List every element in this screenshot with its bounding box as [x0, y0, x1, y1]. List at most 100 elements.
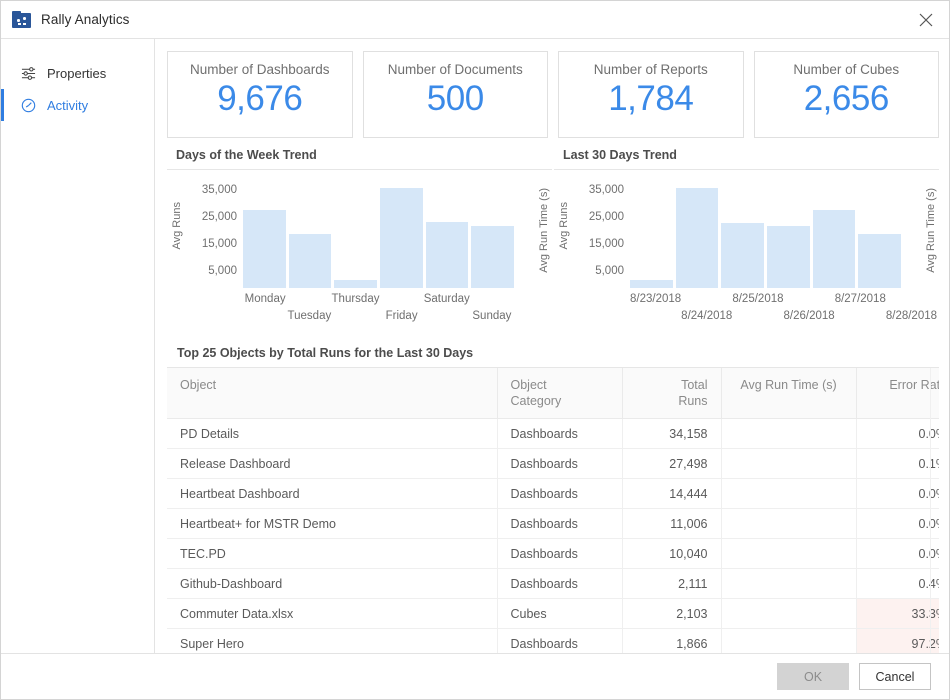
table-row[interactable]: Commuter Data.xlsxCubes2,10333.3%	[167, 599, 939, 629]
cell-error-rate: 0.0%	[856, 509, 939, 539]
y-tick: 25,000	[572, 211, 624, 223]
cell-object: Super Hero	[167, 629, 497, 654]
x-axis-tick-label: 8/24/2018	[681, 290, 732, 330]
ok-button[interactable]: OK	[777, 663, 849, 690]
window-title: Rally Analytics	[41, 12, 130, 27]
bar-group	[243, 180, 514, 288]
table-vertical-scrollbar[interactable]	[930, 368, 939, 653]
objects-table-wrapper: Object ObjectCategory TotalRuns Avg Run …	[167, 367, 939, 653]
y-tick: 5,000	[572, 265, 624, 277]
cell-object: Commuter Data.xlsx	[167, 599, 497, 629]
table-title: Top 25 Objects by Total Runs for the Las…	[167, 336, 939, 367]
cell-error-rate: 0.1%	[856, 449, 939, 479]
y-tick: 15,000	[185, 238, 237, 250]
kpi-card-reports: Number of Reports 1,784	[558, 51, 744, 138]
column-header-category[interactable]: ObjectCategory	[497, 368, 622, 419]
x-axis-tick-label: Tuesday	[287, 290, 331, 330]
cell-object: TEC.PD	[167, 539, 497, 569]
cancel-button[interactable]: Cancel	[859, 663, 931, 690]
cell-object-category: Cubes	[497, 599, 622, 629]
y-tick: 15,000	[572, 238, 624, 250]
cell-object-category: Dashboards	[497, 569, 622, 599]
x-axis-tick-label: 8/28/2018	[886, 290, 937, 330]
kpi-value: 500	[427, 79, 484, 119]
table-header-row: Object ObjectCategory TotalRuns Avg Run …	[167, 368, 939, 419]
cell-error-rate: 0.4%	[856, 569, 939, 599]
column-header-total-runs[interactable]: TotalRuns	[622, 368, 721, 419]
x-axis-tick-label: Sunday	[470, 290, 514, 330]
sidebar-item-properties[interactable]: Properties	[1, 57, 154, 89]
cell-object: PD Details	[167, 419, 497, 449]
x-axis-tick-label: Thursday	[332, 290, 380, 330]
bar	[630, 280, 673, 288]
sidebar-item-activity[interactable]: Activity	[1, 89, 154, 121]
cell-object-category: Dashboards	[497, 419, 622, 449]
table-row[interactable]: Github-DashboardDashboards2,1110.4%	[167, 569, 939, 599]
x-axis-tick-label: 8/23/2018	[630, 290, 681, 330]
cell-avg-run-time	[721, 509, 856, 539]
cell-error-rate: 33.3%	[856, 599, 939, 629]
bar	[334, 280, 377, 288]
charts-row: Days of the Week Trend Avg Runs Avg Run …	[167, 148, 939, 336]
kpi-row: Number of Dashboards 9,676 Number of Doc…	[167, 51, 939, 138]
y-tick: 5,000	[185, 265, 237, 277]
kpi-label: Number of Reports	[594, 63, 708, 77]
table-row[interactable]: Release DashboardDashboards27,4980.1%	[167, 449, 939, 479]
table-body: PD DetailsDashboards34,1580.0%Release Da…	[167, 419, 939, 654]
column-header-error-rate[interactable]: Error Rate	[856, 368, 939, 419]
cell-avg-run-time	[721, 479, 856, 509]
cell-error-rate: 0.0%	[856, 479, 939, 509]
x-axis-tick-label: 8/25/2018	[732, 290, 783, 330]
sidebar-item-label: Activity	[47, 98, 88, 113]
activity-panel: Number of Dashboards 9,676 Number of Doc…	[155, 39, 949, 653]
chart-plot-area: Avg Runs Avg Run Time (s) 35,000 25,000 …	[554, 170, 939, 330]
window-folder-icon	[12, 11, 31, 28]
kpi-card-cubes: Number of Cubes 2,656	[754, 51, 940, 138]
bar	[858, 234, 901, 288]
table-row[interactable]: TEC.PDDashboards10,0400.0%	[167, 539, 939, 569]
chart-plot-area: Avg Runs Avg Run Time (s) 35,000 25,000 …	[167, 170, 552, 330]
cell-total-runs: 1,866	[622, 629, 721, 654]
table-row[interactable]: Heartbeat DashboardDashboards14,4440.0%	[167, 479, 939, 509]
x-axis-tick-label: Friday	[379, 290, 423, 330]
cell-object-category: Dashboards	[497, 479, 622, 509]
title-bar: Rally Analytics	[1, 1, 949, 39]
y2-axis-title: Avg Run Time (s)	[538, 188, 550, 273]
sliders-icon	[20, 65, 37, 82]
x-axis-labels: 8/23/20188/24/20188/25/20188/26/20188/27…	[630, 290, 901, 330]
close-icon[interactable]	[903, 1, 949, 38]
kpi-label: Number of Dashboards	[190, 63, 330, 77]
cell-avg-run-time	[721, 569, 856, 599]
y-tick: 25,000	[185, 211, 237, 223]
cell-avg-run-time	[721, 629, 856, 654]
cell-object: Release Dashboard	[167, 449, 497, 479]
table-row[interactable]: Super HeroDashboards1,86697.2%	[167, 629, 939, 654]
bar	[471, 226, 514, 288]
table-row[interactable]: PD DetailsDashboards34,1580.0%	[167, 419, 939, 449]
bar	[289, 234, 332, 288]
cell-total-runs: 34,158	[622, 419, 721, 449]
dialog-body: Properties Activity Number of Dashboards	[1, 39, 949, 653]
cell-object-category: Dashboards	[497, 509, 622, 539]
y-tick: 35,000	[185, 184, 237, 196]
table-row[interactable]: Heartbeat+ for MSTR DemoDashboards11,006…	[167, 509, 939, 539]
cell-total-runs: 27,498	[622, 449, 721, 479]
cell-avg-run-time	[721, 449, 856, 479]
cell-object: Heartbeat+ for MSTR Demo	[167, 509, 497, 539]
cell-avg-run-time	[721, 539, 856, 569]
kpi-value: 9,676	[217, 79, 302, 119]
column-header-object[interactable]: Object	[167, 368, 497, 419]
column-header-avg-run-time[interactable]: Avg Run Time (s)	[721, 368, 856, 419]
x-axis-labels: MondayTuesdayThursdayFridaySaturdaySunda…	[243, 290, 514, 330]
kpi-label: Number of Documents	[388, 63, 523, 77]
cell-object-category: Dashboards	[497, 629, 622, 654]
cell-avg-run-time	[721, 599, 856, 629]
bar	[676, 188, 719, 288]
chart-title: Days of the Week Trend	[167, 148, 552, 169]
cell-object: Github-Dashboard	[167, 569, 497, 599]
cell-total-runs: 14,444	[622, 479, 721, 509]
sidebar-item-label: Properties	[47, 66, 106, 81]
objects-table: Object ObjectCategory TotalRuns Avg Run …	[167, 368, 939, 653]
dialog-footer: OK Cancel	[1, 653, 949, 699]
x-axis-tick-label: 8/27/2018	[835, 290, 886, 330]
